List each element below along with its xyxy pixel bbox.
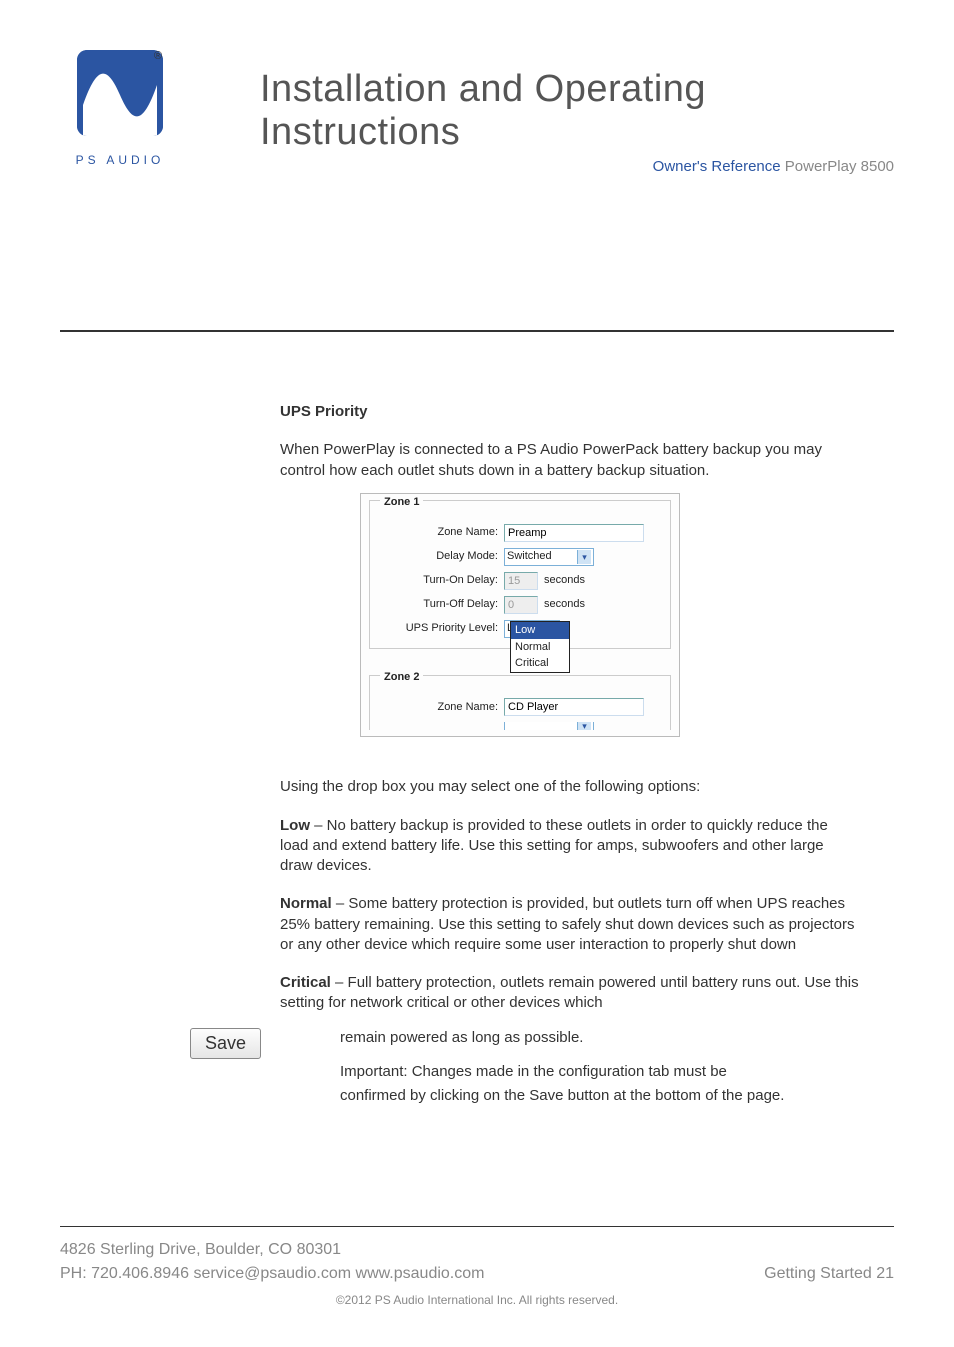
logo-icon [77, 50, 163, 136]
owner-ref-label: Owner's Reference [653, 158, 781, 175]
zone1-fieldset: Zone 1 Zone Name: Delay Mode: Switched ▾… [369, 500, 671, 649]
section-title: UPS Priority [280, 402, 860, 422]
option-low: Low – No battery backup is provided to t… [280, 816, 860, 877]
zone2-partial-select[interactable]: ▾ [504, 722, 594, 730]
zone1-delaymode-value: Switched [507, 549, 552, 564]
zone2-name-label: Zone Name: [376, 700, 504, 715]
zone2-name-input[interactable] [504, 698, 644, 716]
chevron-down-icon: ▾ [577, 550, 591, 564]
important-line2: confirmed by clicking on the Save button… [340, 1086, 860, 1106]
save-button[interactable]: Save [190, 1028, 261, 1059]
zone1-legend: Zone 1 [380, 495, 423, 510]
option-critical-label: Critical [280, 974, 331, 991]
dropbox-intro: Using the drop box you may select one of… [280, 777, 860, 797]
header-divider [60, 330, 894, 332]
page-number: Getting Started 21 [764, 1265, 894, 1283]
dropdown-option-normal[interactable]: Normal [511, 639, 569, 656]
page-header: ® PS AUDIO Installation and Operating In… [60, 50, 894, 190]
option-low-label: Low [280, 817, 310, 834]
dropdown-option-low[interactable]: Low [511, 622, 569, 639]
main-content: UPS Priority When PowerPlay is connected… [280, 402, 860, 1106]
zone1-delaymode-label: Delay Mode: [376, 549, 504, 564]
dropdown-option-critical[interactable]: Critical [511, 655, 569, 672]
owner-reference: Owner's Reference PowerPlay 8500 [653, 158, 894, 175]
copyright: ©2012 PS Audio International Inc. All ri… [60, 1293, 894, 1307]
zone1-ups-label: UPS Priority Level: [376, 621, 504, 636]
document-title: Installation and Operating Instructions [260, 68, 894, 154]
footer-address: 4826 Sterling Drive, Boulder, CO 80301 [60, 1241, 894, 1259]
seconds-unit: seconds [544, 573, 585, 588]
option-normal-label: Normal [280, 895, 332, 912]
zone1-turnoff-input[interactable] [504, 596, 538, 614]
footer-divider [60, 1226, 894, 1227]
zone1-turnon-input[interactable] [504, 572, 538, 590]
intro-paragraph: When PowerPlay is connected to a PS Audi… [280, 440, 860, 481]
config-ui-screenshot: Zone 1 Zone Name: Delay Mode: Switched ▾… [360, 493, 680, 738]
logo: ® PS AUDIO [60, 50, 180, 167]
option-low-desc: – No battery backup is provided to these… [280, 817, 828, 875]
page-footer: 4826 Sterling Drive, Boulder, CO 80301 P… [60, 1241, 894, 1283]
option-normal-desc: – Some battery protection is provided, b… [280, 895, 854, 953]
ups-dropdown-list: Low Normal Critical [510, 621, 570, 674]
registered-mark: ® [154, 50, 162, 62]
zone1-name-input[interactable] [504, 524, 644, 542]
zone2-legend: Zone 2 [380, 670, 423, 685]
brand-text: PS AUDIO [60, 153, 180, 167]
option-normal: Normal – Some battery protection is prov… [280, 894, 860, 955]
option-critical-desc: – Full battery protection, outlets remai… [280, 974, 859, 1011]
save-area: Save remain powered as long as possible.… [280, 1028, 860, 1107]
critical-tail: remain powered as long as possible. [340, 1028, 860, 1048]
option-critical: Critical – Full battery protection, outl… [280, 973, 860, 1014]
seconds-unit: seconds [544, 597, 585, 612]
owner-ref-product: PowerPlay 8500 [785, 158, 894, 175]
zone1-turnoff-label: Turn-Off Delay: [376, 597, 504, 612]
important-line1: Important: Changes made in the configura… [340, 1062, 860, 1082]
zone1-name-label: Zone Name: [376, 525, 504, 540]
chevron-down-icon: ▾ [577, 722, 591, 730]
zone1-turnon-label: Turn-On Delay: [376, 573, 504, 588]
zone1-delaymode-select[interactable]: Switched ▾ [504, 548, 594, 566]
zone2-fieldset: Zone 2 Zone Name: ▾ [369, 675, 671, 731]
